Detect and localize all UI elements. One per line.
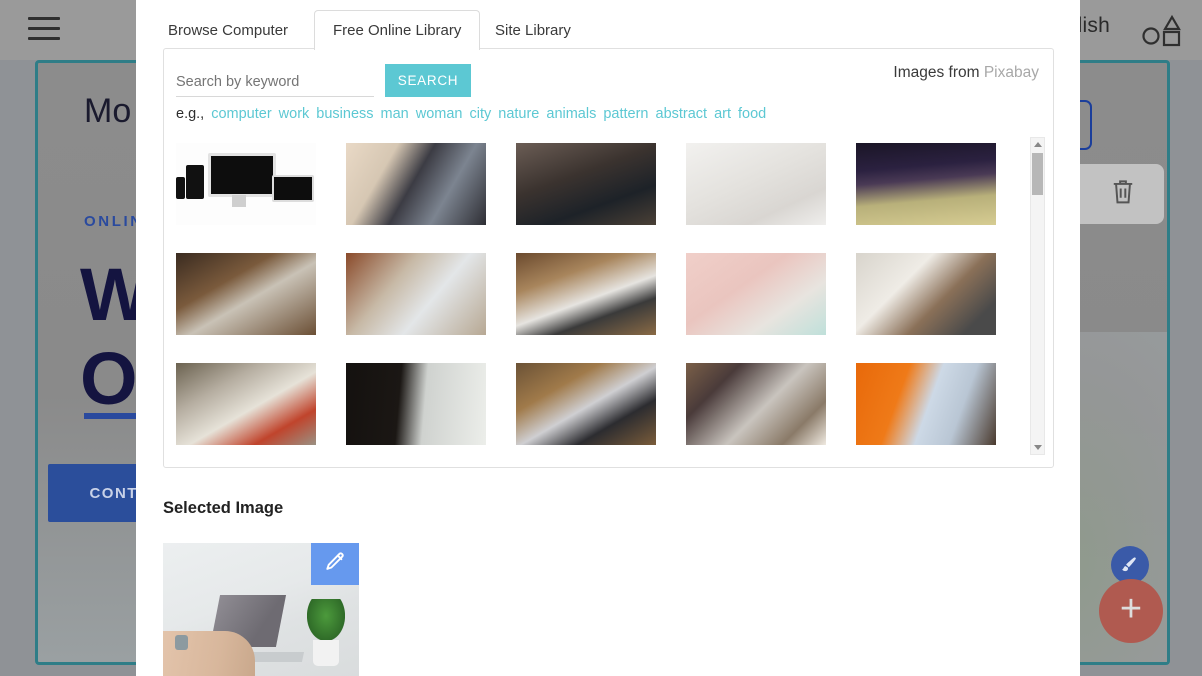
- hamburger-line: [28, 37, 60, 40]
- keyword-art[interactable]: art: [714, 106, 731, 122]
- add-element-fab-button[interactable]: +: [1099, 579, 1163, 643]
- edit-selected-image-button[interactable]: [311, 543, 359, 585]
- shapes-icon[interactable]: [1142, 14, 1184, 48]
- keyword-abstract[interactable]: abstract: [656, 106, 708, 122]
- attribution-source: Pixabay: [983, 64, 1039, 81]
- image-thumbnail[interactable]: [686, 142, 826, 225]
- keyword-man[interactable]: man: [381, 106, 409, 122]
- image-thumbnail[interactable]: [516, 142, 656, 225]
- modal-tab-bar: Browse Computer Free Online Library Site…: [136, 0, 1080, 50]
- keyword-work[interactable]: work: [279, 106, 310, 122]
- image-thumbnail[interactable]: [686, 252, 826, 335]
- image-thumbnail[interactable]: [516, 362, 656, 445]
- attribution-label: Images from Pixabay: [893, 64, 1039, 82]
- keyword-business[interactable]: business: [316, 106, 373, 122]
- section-heading: Mo: [84, 92, 132, 130]
- image-thumbnail[interactable]: [346, 362, 486, 445]
- search-button[interactable]: SEARCH: [385, 64, 471, 97]
- image-result-cell[interactable]: [176, 137, 346, 230]
- image-thumbnail[interactable]: [176, 142, 316, 225]
- image-result-cell[interactable]: [516, 357, 686, 450]
- image-result-cell[interactable]: [686, 137, 856, 230]
- keyword-food[interactable]: food: [738, 106, 766, 122]
- keyword-animals[interactable]: animals: [546, 106, 596, 122]
- image-result-cell[interactable]: [856, 137, 1026, 230]
- scroll-down-arrow-icon[interactable]: [1031, 441, 1044, 454]
- keyword-woman[interactable]: woman: [416, 106, 463, 122]
- image-results-grid: [176, 137, 1014, 455]
- keywords-prefix: e.g.,: [176, 106, 205, 122]
- selected-image-preview[interactable]: [163, 543, 359, 676]
- image-thumbnail[interactable]: [856, 362, 996, 445]
- hamburger-menu-icon[interactable]: [28, 17, 60, 41]
- image-result-cell[interactable]: [346, 247, 516, 340]
- suggested-keywords: e.g., computer work business man woman city nat…: [176, 106, 1041, 122]
- keyword-nature[interactable]: nature: [498, 106, 539, 122]
- hamburger-line: [28, 27, 60, 30]
- scroll-up-arrow-icon[interactable]: [1031, 138, 1044, 151]
- image-result-cell[interactable]: [346, 137, 516, 230]
- image-result-cell[interactable]: [856, 357, 1026, 450]
- tab-free-online-library[interactable]: Free Online Library: [314, 10, 481, 50]
- attribution-prefix: Images from: [893, 64, 984, 81]
- tab-site-library[interactable]: Site Library: [477, 10, 589, 50]
- plus-icon: +: [1119, 588, 1143, 630]
- tab-browse-computer[interactable]: Browse Computer: [150, 10, 307, 50]
- search-input[interactable]: [176, 67, 374, 97]
- image-result-cell[interactable]: [686, 357, 856, 450]
- selected-image-heading: Selected Image: [163, 499, 284, 517]
- image-thumbnail[interactable]: [686, 362, 826, 445]
- image-thumbnail[interactable]: [856, 142, 996, 225]
- trash-icon[interactable]: [1109, 177, 1137, 212]
- image-result-cell[interactable]: [516, 247, 686, 340]
- scrollbar-thumb[interactable]: [1032, 153, 1043, 195]
- image-result-cell[interactable]: [516, 137, 686, 230]
- image-thumbnail[interactable]: [176, 252, 316, 335]
- watch-shape: [175, 635, 188, 650]
- image-result-cell[interactable]: [346, 357, 516, 450]
- image-thumbnail[interactable]: [856, 252, 996, 335]
- free-online-library-panel: SEARCH Images from Pixabay e.g., computer…: [163, 48, 1054, 468]
- keyword-pattern[interactable]: pattern: [603, 106, 648, 122]
- image-picker-modal: Browse Computer Free Online Library Site…: [136, 0, 1080, 676]
- plant-shape: [307, 599, 345, 641]
- image-thumbnail[interactable]: [176, 362, 316, 445]
- image-result-cell[interactable]: [856, 247, 1026, 340]
- pencil-edit-icon: [323, 550, 347, 579]
- image-result-cell[interactable]: [176, 247, 346, 340]
- image-thumbnail[interactable]: [346, 142, 486, 225]
- keyword-computer[interactable]: computer: [211, 106, 271, 122]
- image-result-cell[interactable]: [176, 357, 346, 450]
- pot-shape: [313, 640, 339, 666]
- hamburger-line: [28, 17, 60, 20]
- image-grid-scrollbar[interactable]: [1030, 137, 1045, 455]
- image-thumbnail[interactable]: [346, 252, 486, 335]
- keyword-city[interactable]: city: [470, 106, 492, 122]
- image-result-cell[interactable]: [686, 247, 856, 340]
- image-thumbnail[interactable]: [516, 252, 656, 335]
